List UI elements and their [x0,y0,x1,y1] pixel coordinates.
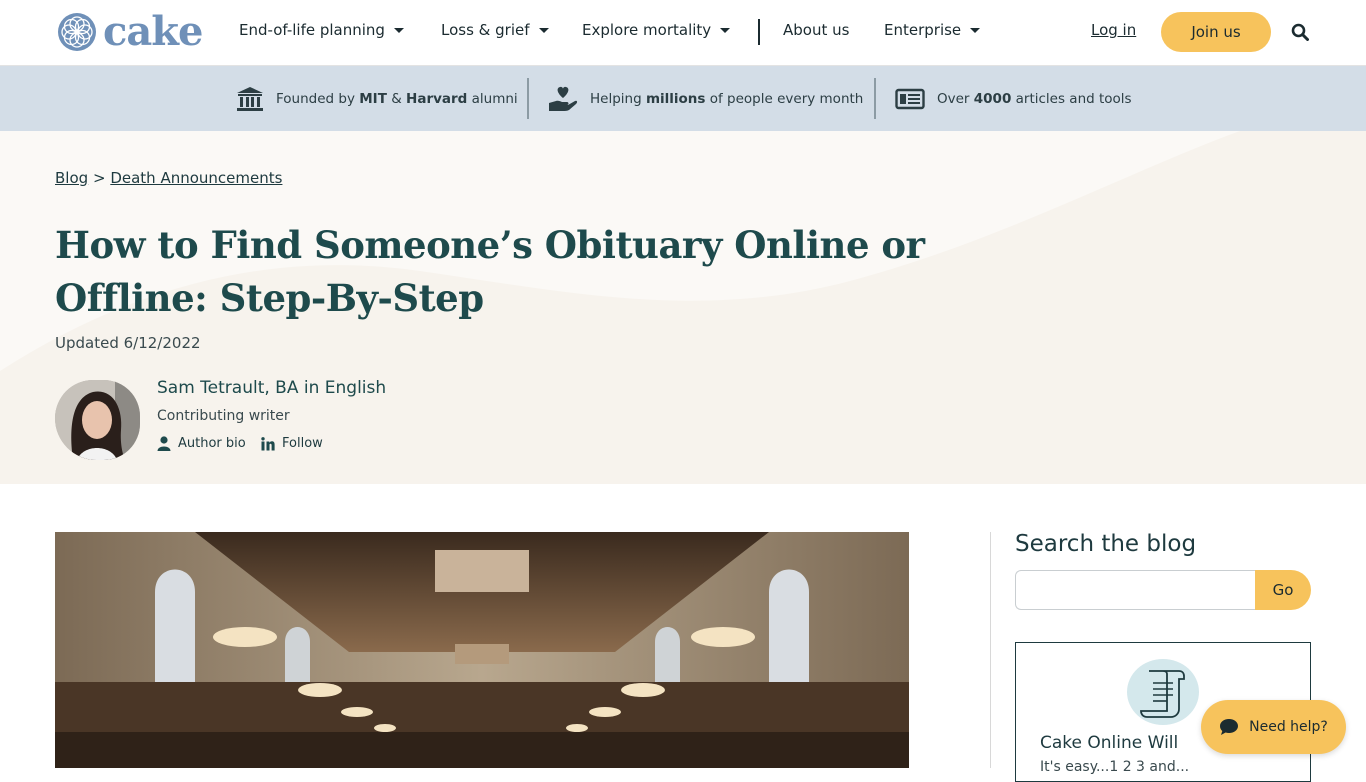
heart-hand-icon [549,86,578,111]
articles-icon [895,88,925,109]
page-title: How to Find Someone’s Obituary Online or… [55,223,925,320]
linkedin-follow-link[interactable]: Follow [261,436,323,451]
nav-enterprise[interactable]: Enterprise [884,21,981,39]
trust-divider [874,78,876,119]
scroll-document-icon [1127,659,1199,725]
author-name[interactable]: Sam Tetrault, BA in English [157,378,386,398]
linkedin-icon [261,436,275,450]
chevron-down-icon [538,27,549,33]
nav-end-of-life-planning[interactable]: End-of-life planning [239,21,404,39]
chevron-down-icon [393,27,404,33]
nav-divider [758,19,760,45]
trust-item-articles: Over 4000 articles and tools [895,66,1132,131]
blog-search-input[interactable] [1015,570,1259,610]
promo-subtitle: It's easy...1 2 3 and... [1040,759,1190,775]
author-avatar [55,380,140,460]
trust-text: Helping millions of people every month [590,90,864,107]
need-help-label: Need help? [1249,719,1328,735]
search-go-button[interactable]: Go [1255,570,1311,610]
nav-about-us[interactable]: About us [783,21,849,39]
nav-label: Explore mortality [582,21,712,39]
cake-logo-icon [58,13,96,51]
breadcrumb-death-announcements[interactable]: Death Announcements [110,169,282,187]
author-bio-label: Author bio [178,436,246,451]
nav-explore-mortality[interactable]: Explore mortality [582,21,731,39]
trust-item-helping: Helping millions of people every month [548,66,863,131]
trust-bar: Founded by MIT & Harvard alumni Helping … [0,66,1366,131]
top-navigation: cake End-of-life planning Loss & grief E… [0,0,1366,66]
institution-icon [237,86,263,111]
chevron-down-icon [720,27,731,33]
join-button[interactable]: Join us [1161,12,1271,52]
chevron-down-icon [970,27,981,33]
trust-text: Founded by MIT & Harvard alumni [276,90,518,107]
chat-bubble-icon [1220,719,1239,735]
nav-label: Enterprise [884,21,962,39]
breadcrumb-blog[interactable]: Blog [55,169,88,187]
author-bio-link[interactable]: Author bio [157,436,246,451]
breadcrumb: Blog > Death Announcements [55,169,282,187]
nav-label: About us [783,21,850,39]
nav-label: End-of-life planning [239,21,385,39]
login-link[interactable]: Log in [1091,21,1136,39]
article-hero-image [55,532,909,768]
trust-divider [527,78,529,119]
author-role: Contributing writer [157,408,290,424]
article-header: Blog > Death Announcements How to Find S… [0,131,1366,484]
sidebar-divider [990,532,991,768]
need-help-button[interactable]: Need help? [1201,700,1346,754]
search-icon[interactable] [1291,23,1309,41]
user-icon [157,436,171,451]
updated-date: Updated 6/12/2022 [55,334,201,352]
nav-loss-grief[interactable]: Loss & grief [441,21,549,39]
nav-label: Loss & grief [441,21,530,39]
breadcrumb-separator: > [92,169,106,187]
logo-wordmark: cake [103,8,203,55]
trust-item-founded: Founded by MIT & Harvard alumni [236,66,518,131]
follow-label: Follow [282,436,323,451]
promo-title: Cake Online Will [1040,733,1179,753]
search-blog-title: Search the blog [1015,531,1197,557]
cake-logo[interactable]: cake [57,8,203,55]
trust-text: Over 4000 articles and tools [937,90,1132,107]
